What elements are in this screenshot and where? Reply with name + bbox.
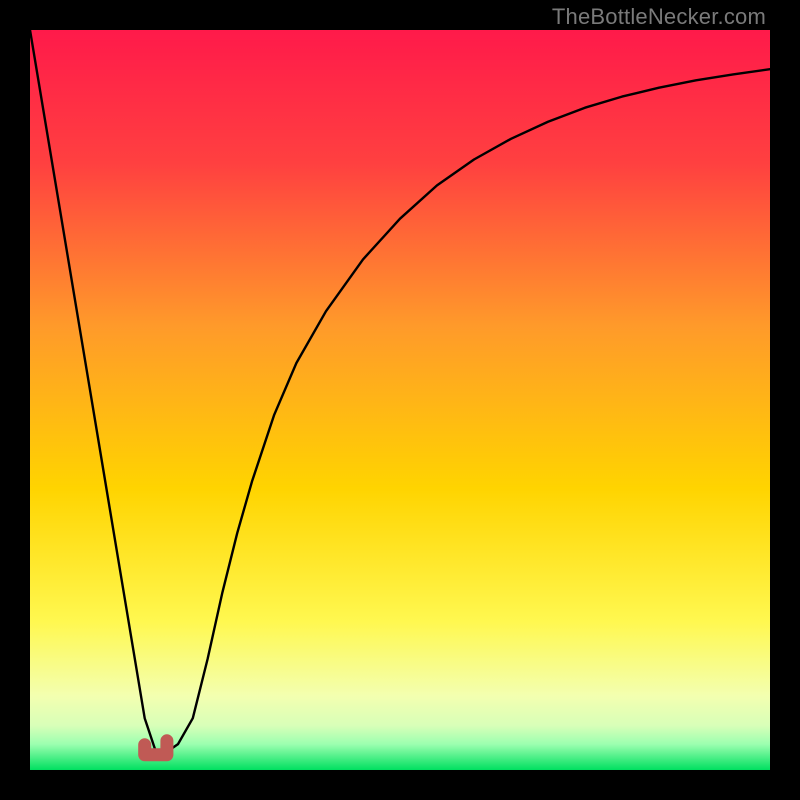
chart-frame (30, 30, 770, 770)
chart-svg (30, 30, 770, 770)
gradient-background (30, 30, 770, 770)
watermark-text: TheBottleNecker.com (552, 4, 766, 30)
